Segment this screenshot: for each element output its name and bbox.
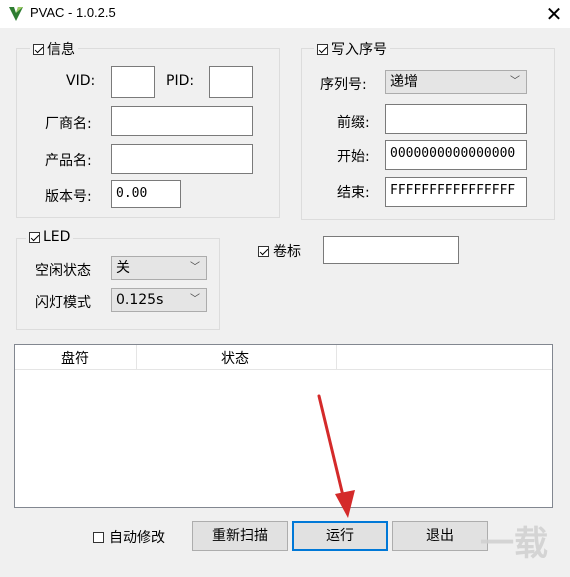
blink-mode-label: 闪灯模式: [35, 295, 91, 311]
idle-state-select[interactable]: 关 ﹀: [111, 256, 207, 280]
version-label: 版本号:: [45, 189, 92, 205]
info-checkbox[interactable]: [33, 43, 44, 55]
led-legend-label: LED: [43, 229, 71, 245]
product-field[interactable]: [111, 144, 253, 174]
serial-checkbox[interactable]: [317, 43, 328, 55]
close-button[interactable]: ✕: [538, 0, 570, 28]
blink-mode-select[interactable]: 0.125s ﹀: [111, 288, 207, 312]
chevron-down-icon: ﹀: [510, 76, 520, 87]
rescan-button[interactable]: 重新扫描: [192, 521, 288, 551]
prefix-field[interactable]: [385, 104, 527, 134]
info-legend-label: 信息: [47, 42, 75, 58]
volume-field[interactable]: [323, 236, 459, 264]
led-group-legend: LED: [26, 229, 74, 245]
serial-group-legend: 写入序号: [314, 39, 390, 59]
auto-modify-checkbox[interactable]: [93, 531, 104, 543]
window-title: PVAC - 1.0.2.5: [30, 5, 116, 20]
idle-state-value: 关: [116, 260, 130, 276]
column-status[interactable]: 状态: [221, 348, 249, 368]
column-divider[interactable]: [336, 345, 337, 369]
end-field[interactable]: FFFFFFFFFFFFFFFF: [385, 177, 527, 207]
serial-mode-select[interactable]: 递增 ﹀: [385, 70, 527, 94]
volume-label: 卷标: [273, 244, 301, 260]
serial-mode-value: 递增: [390, 74, 418, 90]
title-bar: PVAC - 1.0.2.5 ✕: [0, 0, 570, 28]
pid-label: PID:: [166, 73, 195, 89]
idle-state-label: 空闲状态: [35, 263, 91, 279]
column-divider[interactable]: [136, 345, 137, 369]
prefix-label: 前缀:: [337, 115, 370, 131]
vid-field[interactable]: [111, 66, 155, 98]
led-checkbox[interactable]: [29, 231, 40, 243]
app-icon: [9, 7, 23, 21]
auto-modify-toggle[interactable]: 自动修改: [93, 527, 165, 547]
chevron-down-icon: ﹀: [190, 262, 200, 273]
info-group-legend: 信息: [30, 39, 78, 59]
drive-list[interactable]: 盘符 状态: [14, 344, 553, 508]
exit-button[interactable]: 退出: [392, 521, 488, 551]
serial-label: 序列号:: [320, 77, 367, 93]
volume-toggle[interactable]: 卷标: [258, 241, 301, 261]
chevron-down-icon: ﹀: [190, 294, 200, 305]
serial-legend-label: 写入序号: [331, 42, 387, 58]
blink-mode-value: 0.125s: [116, 292, 164, 308]
vid-label: VID:: [66, 73, 96, 89]
end-label: 结束:: [337, 185, 370, 201]
watermark: 一载: [480, 524, 548, 564]
start-label: 开始:: [337, 149, 370, 165]
auto-modify-label: 自动修改: [109, 530, 165, 546]
annotation-arrow: [317, 394, 355, 518]
pid-field[interactable]: [209, 66, 253, 98]
version-field[interactable]: 0.00: [111, 180, 181, 208]
volume-checkbox[interactable]: [258, 245, 269, 257]
vendor-label: 厂商名:: [45, 116, 92, 132]
vendor-field[interactable]: [111, 106, 253, 136]
start-field[interactable]: 0000000000000000: [385, 140, 527, 170]
column-drive-letter[interactable]: 盘符: [61, 348, 89, 368]
led-group: [16, 238, 220, 330]
product-label: 产品名:: [45, 153, 92, 169]
drive-list-header: 盘符 状态: [15, 345, 552, 370]
